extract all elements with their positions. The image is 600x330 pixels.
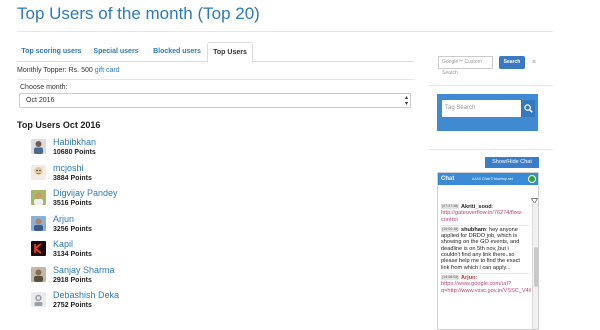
tab-blocked-users[interactable]: Blocked users bbox=[146, 42, 208, 62]
list-item: Sanjay Sharma 2918 Points bbox=[31, 265, 331, 291]
tab-top-users[interactable]: Top Users bbox=[207, 42, 253, 63]
page-title: Top Users of the month (Top 20) bbox=[17, 4, 260, 23]
tab-bar: Top scoring users Special users Blocked … bbox=[17, 42, 414, 63]
sidebar-divider bbox=[428, 85, 553, 86]
avatar[interactable] bbox=[31, 292, 46, 307]
title-divider bbox=[17, 31, 553, 32]
monthly-topper: Monthly Topper: Rs. 500 gift card bbox=[17, 67, 120, 74]
user-points: 3884 Points bbox=[53, 174, 92, 182]
user-points: 2752 Points bbox=[53, 302, 92, 309]
sidebar-divider bbox=[428, 149, 553, 150]
custom-search-input[interactable]: Google™ Custom Search bbox=[438, 56, 493, 76]
message-text: hey anyone applied for DRDO job, which i… bbox=[441, 226, 520, 271]
message-time: (07:27:38) bbox=[441, 204, 460, 209]
user-name-link[interactable]: Habibkhan bbox=[53, 137, 96, 147]
topper-text: Monthly Topper: Rs. 500 bbox=[17, 67, 93, 74]
chat-credit: AJAX Chat © blueimp.net bbox=[472, 177, 513, 181]
avatar[interactable] bbox=[31, 266, 46, 282]
user-name-link[interactable]: mcjoshi bbox=[53, 163, 84, 173]
select-arrows-icon: ▴ ▾ bbox=[404, 95, 408, 107]
user-name-link[interactable]: Digvijay Pandey bbox=[53, 188, 118, 198]
chat-panel: Chat AJAX Chat © blueimp.net (07:27:38) … bbox=[437, 172, 539, 330]
list-item: Kapil 3134 Points bbox=[31, 239, 331, 265]
list-item: mcjoshi 3884 Points bbox=[31, 163, 331, 189]
message-time: (10:00:18) bbox=[441, 226, 460, 232]
message-link[interactable]: https://www.google.com/url?q=http://www.… bbox=[441, 281, 531, 293]
avatar[interactable] bbox=[31, 215, 46, 231]
tab-special-users[interactable]: Special users bbox=[86, 42, 146, 62]
month-select[interactable]: Oct 2016 ▴ ▾ bbox=[19, 93, 411, 108]
tab-top-scoring-users[interactable]: Top scoring users bbox=[17, 42, 86, 62]
tag-search-panel: Tag Search bbox=[437, 94, 538, 131]
month-selected-value: Oct 2016 bbox=[26, 97, 55, 104]
message-user[interactable]: Arjun bbox=[461, 275, 476, 281]
avatar[interactable] bbox=[31, 164, 46, 180]
user-points: 3134 Points bbox=[53, 251, 92, 258]
top-users-list: Habibkhan 10680 Points mcjoshi 3884 Poin… bbox=[31, 137, 331, 316]
list-item: Digvijay Pandey 3516 Points bbox=[31, 188, 331, 214]
avatar[interactable] bbox=[31, 241, 46, 256]
chat-message-log[interactable]: (07:27:38) Akriti_sood: http://gateoverf… bbox=[439, 203, 531, 329]
user-name-link[interactable]: Sanjay Sharma bbox=[53, 265, 115, 275]
topper-divider bbox=[17, 79, 414, 80]
search-icon[interactable] bbox=[521, 100, 535, 117]
month-label: Choose month: bbox=[20, 84, 68, 91]
message-link[interactable]: http://gateoverflow.in/76274/flow-contro… bbox=[441, 210, 523, 222]
gift-card-link[interactable]: gift card bbox=[95, 67, 120, 74]
message-user[interactable]: shubham bbox=[461, 227, 486, 233]
chat-title: Chat bbox=[441, 176, 455, 182]
chat-message: (10:00:18) shubham: hey anyone applied f… bbox=[441, 226, 520, 271]
tag-search-input[interactable]: Tag Search bbox=[442, 100, 521, 117]
scrollbar-thumb[interactable] bbox=[534, 247, 538, 287]
message-time: (14:08:03) bbox=[441, 274, 460, 280]
chat-message: (07:27:38) Akriti_sood: http://gateoverf… bbox=[441, 204, 523, 223]
user-points: 3516 Points bbox=[53, 200, 92, 207]
user-name-link[interactable]: Kapil bbox=[53, 239, 73, 249]
search-button[interactable]: Search bbox=[499, 56, 525, 69]
list-heading: Top Users Oct 2016 bbox=[17, 120, 101, 130]
user-name-link[interactable]: Debashish Deka bbox=[53, 290, 119, 300]
avatar[interactable] bbox=[31, 139, 46, 154]
user-points: 2918 Points bbox=[53, 276, 92, 284]
user-points: 3256 Points bbox=[53, 225, 92, 233]
avatar[interactable] bbox=[31, 190, 46, 205]
chat-header: Chat AJAX Chat © blueimp.net bbox=[438, 173, 538, 185]
chat-scrollbar[interactable] bbox=[532, 203, 538, 329]
clear-search-icon[interactable]: × bbox=[532, 56, 536, 69]
user-name-link[interactable]: Arjun bbox=[53, 214, 74, 224]
list-item: Habibkhan 10680 Points bbox=[31, 137, 331, 163]
chat-message: (14:08:03) Arjun: https://www.google.com… bbox=[439, 274, 531, 296]
message-user[interactable]: Akriti_sood bbox=[461, 204, 492, 210]
user-points: 10680 Points bbox=[53, 149, 96, 156]
list-item: Arjun 3256 Points bbox=[31, 214, 331, 240]
list-item: Debashish Deka 2752 Points bbox=[31, 290, 331, 316]
online-status-icon[interactable] bbox=[528, 175, 536, 183]
show-hide-chat-button[interactable]: Show/Hide Chat bbox=[485, 157, 539, 168]
